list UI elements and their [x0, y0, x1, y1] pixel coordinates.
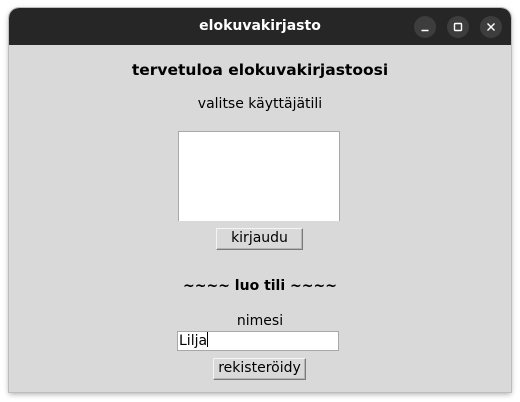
select-account-label: valitse käyttäjätili [197, 96, 323, 112]
register-button[interactable]: rekisteröidy [213, 358, 306, 380]
main-content: tervetuloa elokuvakirjastoosi valitse kä… [9, 45, 511, 392]
app-window: elokuvakirjasto tervetuloa elokuvakirjas… [9, 8, 511, 392]
minimize-icon [421, 29, 429, 32]
close-button[interactable] [480, 16, 502, 38]
create-account-heading: ~~~~ luo tili ~~~~ [183, 278, 337, 294]
title-bar[interactable]: elokuvakirjasto [9, 8, 511, 45]
maximize-button[interactable] [447, 16, 469, 38]
maximize-icon [453, 22, 463, 32]
name-input[interactable]: Lilja [177, 331, 339, 351]
minimize-button[interactable] [414, 16, 436, 38]
account-listbox[interactable] [178, 131, 340, 221]
name-label: nimesi [236, 313, 284, 329]
name-input-value: Lilja [179, 333, 208, 349]
login-button[interactable]: kirjaudu [216, 228, 303, 250]
page-title: tervetuloa elokuvakirjastoosi [131, 61, 389, 79]
close-icon [487, 23, 495, 31]
text-caret [207, 332, 209, 347]
